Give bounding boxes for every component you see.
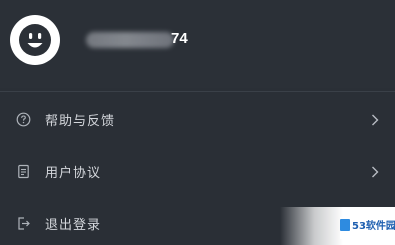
- document-icon: [16, 164, 31, 179]
- menu-item-help-feedback[interactable]: 帮助与反馈: [0, 93, 395, 145]
- menu-item-label: 退出登录: [45, 217, 102, 233]
- menu-item-label: 用户协议: [45, 165, 102, 181]
- avatar[interactable]: [10, 15, 60, 65]
- watermark-logo: 53软件园: [340, 217, 395, 239]
- menu-item-user-agreement[interactable]: 用户协议: [0, 145, 395, 197]
- watermark-text: 53软件园: [352, 221, 395, 232]
- watermark-box-icon: [340, 219, 350, 231]
- profile-header[interactable]: 74: [0, 0, 395, 88]
- help-circle-icon: [16, 112, 31, 127]
- username-suffix: 74: [171, 30, 188, 47]
- chevron-right-icon: [370, 112, 380, 126]
- username-redaction: [86, 32, 174, 48]
- watermark: 53软件园: [280, 207, 395, 245]
- menu-item-label: 帮助与反馈: [45, 113, 116, 129]
- smiley-avatar-icon: [10, 15, 60, 65]
- chevron-right-icon: [370, 164, 380, 178]
- divider: [0, 91, 395, 92]
- logout-icon: [16, 216, 31, 231]
- username: 74: [76, 30, 196, 52]
